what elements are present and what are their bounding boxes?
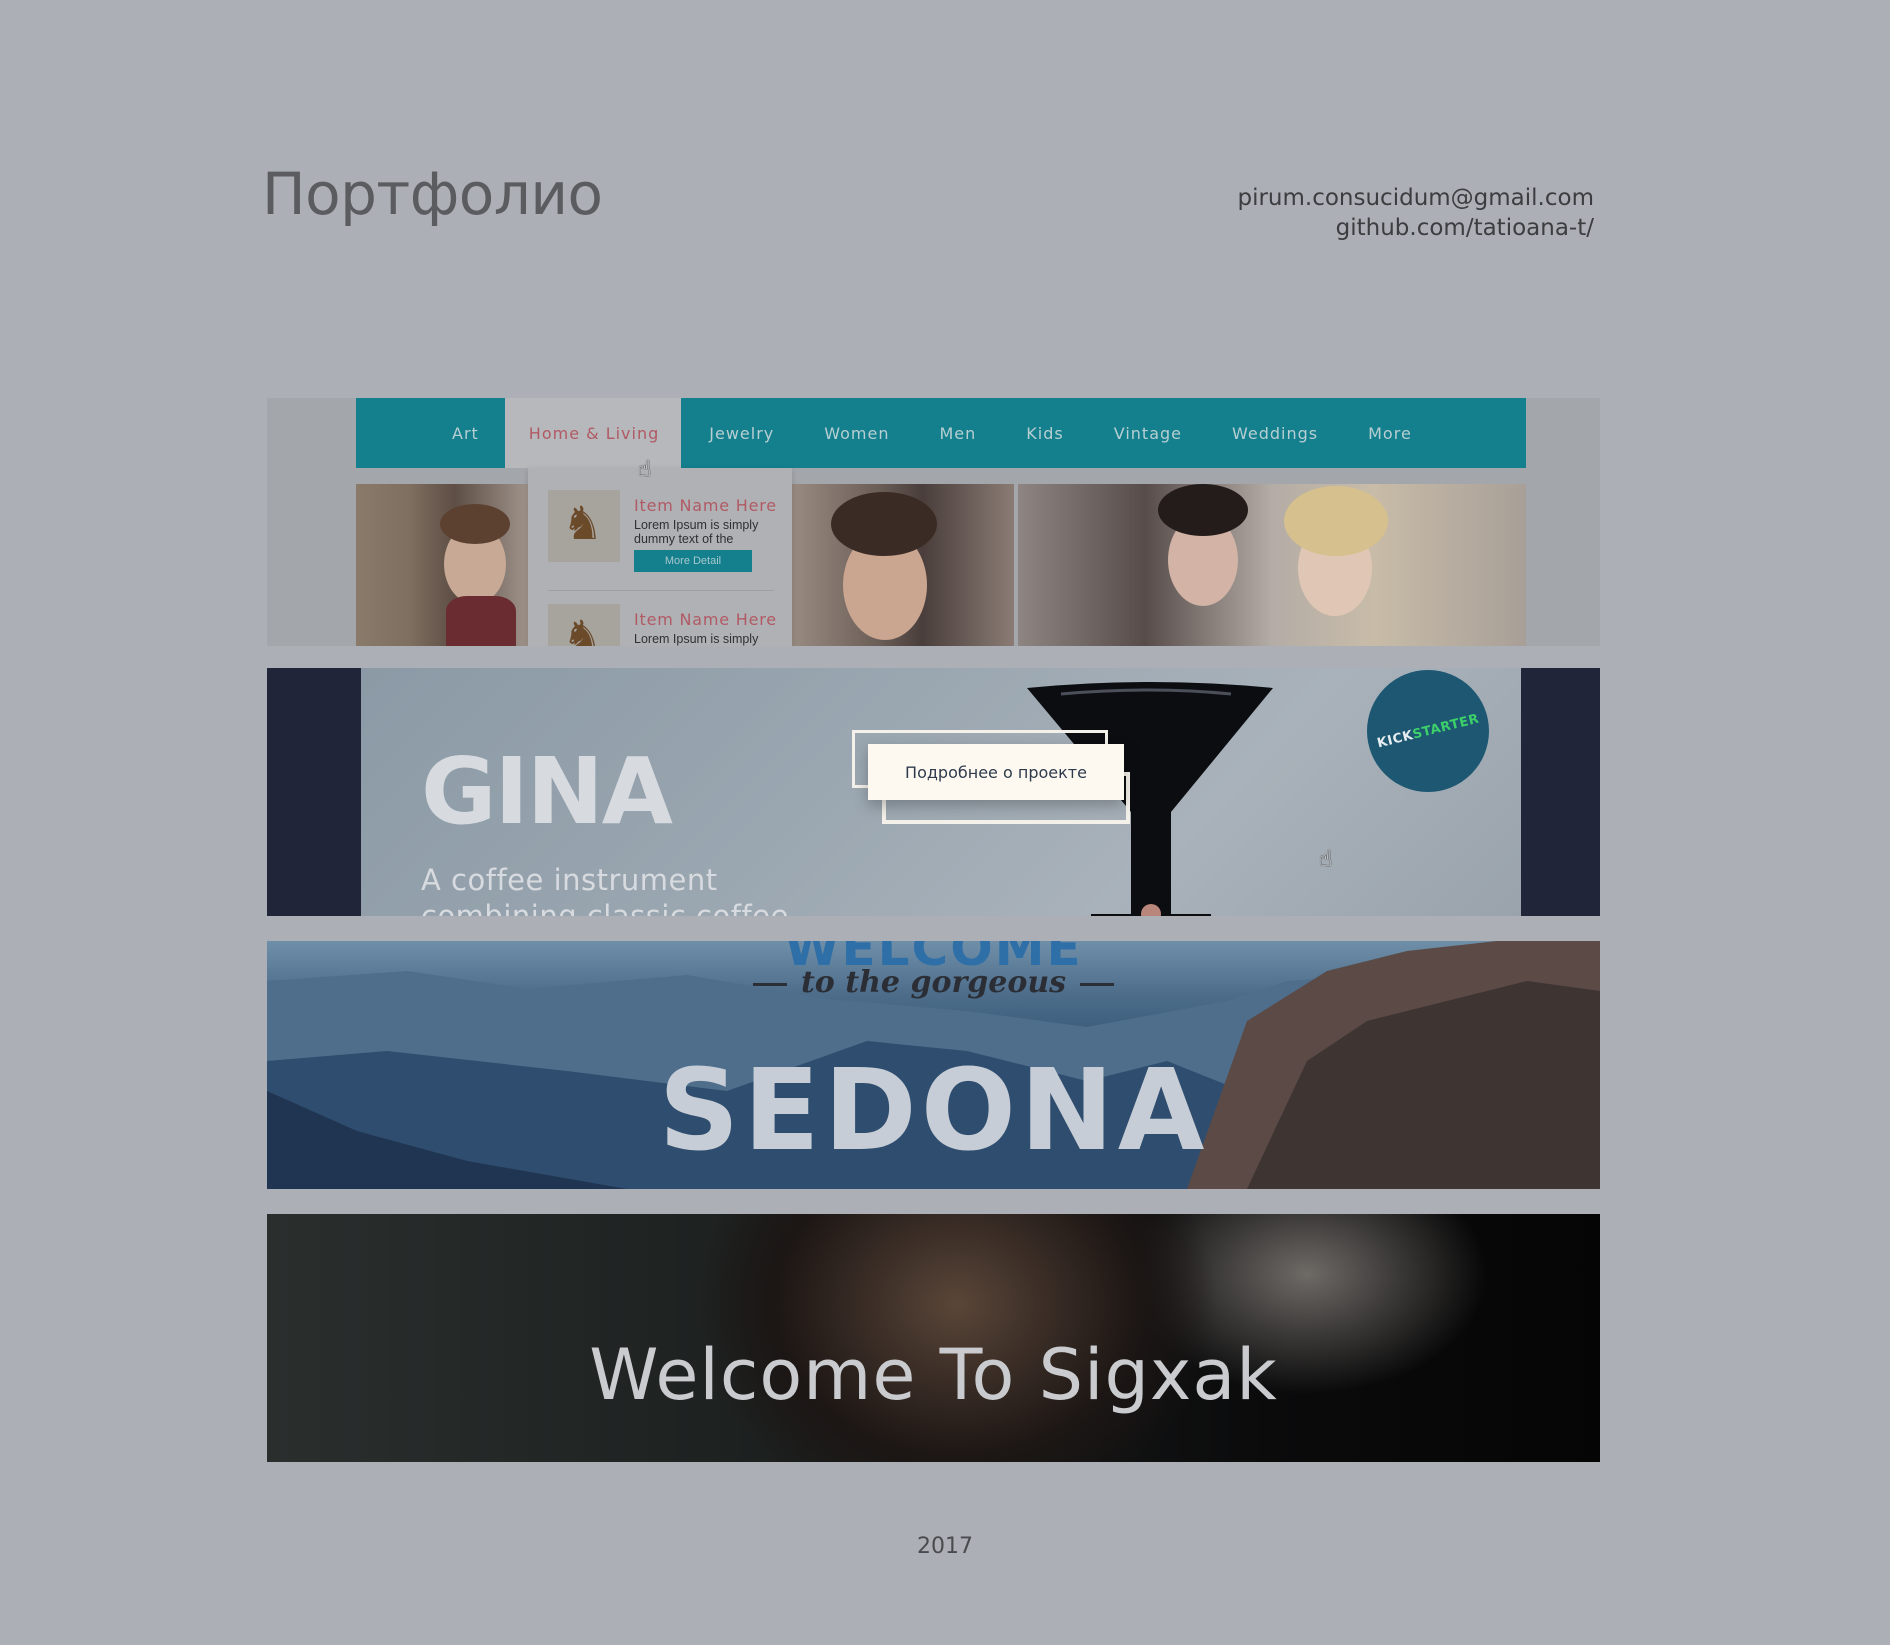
nav-item-men[interactable]: Men: [940, 398, 977, 468]
email-link[interactable]: pirum.consucidum@gmail.com: [1237, 183, 1594, 213]
portfolio-card-shop[interactable]: Art Home & Living Jewelry Women Men Kids…: [267, 398, 1600, 646]
item-name: Item Name Here: [634, 496, 777, 515]
gina-logo: GINA: [421, 738, 673, 845]
item-description: Lorem Ipsum is simply dummy text of the: [634, 518, 759, 546]
portfolio-card-gina[interactable]: GINA A coffee instrument combining class…: [267, 668, 1600, 916]
footer-year: 2017: [917, 1534, 973, 1559]
deer-icon: ♞: [562, 497, 604, 549]
github-link[interactable]: github.com/tatioana-t/: [1237, 213, 1594, 243]
contacts: pirum.consucidum@gmail.com github.com/ta…: [1237, 183, 1594, 243]
item-name: Item Name Here: [634, 610, 777, 629]
portfolio-card-sigxak[interactable]: Welcome To Sigxak: [267, 1214, 1600, 1462]
sedona-subtitle: to the gorgeous: [267, 965, 1600, 1000]
sigxak-headline: Welcome To Sigxak: [589, 1334, 1278, 1416]
project-details-button[interactable]: Подробнее о проекте: [868, 744, 1124, 800]
page-title: Портфолио: [262, 160, 603, 228]
product-thumbnail: ♞: [548, 490, 620, 562]
gina-preview: GINA A coffee instrument combining class…: [361, 668, 1521, 916]
photo-man-hair: [784, 484, 1014, 646]
item-description: Lorem Ipsum is simply: [634, 632, 759, 646]
photo-man-scarf: [356, 484, 536, 646]
nav-item-vintage[interactable]: Vintage: [1114, 398, 1182, 468]
nav-item-jewelry[interactable]: Jewelry: [709, 398, 774, 468]
kickstarter-label: KICKSTARTER: [1375, 711, 1481, 751]
nav-dropdown: ♞ Item Name Here Lorem Ipsum is simply d…: [528, 468, 792, 646]
nav-item-women[interactable]: Women: [824, 398, 889, 468]
kickstarter-badge: KICKSTARTER: [1373, 676, 1483, 786]
shop-navbar: Art Home & Living Jewelry Women Men Kids…: [356, 398, 1526, 468]
deer-icon: ♞: [562, 611, 604, 646]
more-detail-button[interactable]: More Detail: [634, 550, 752, 572]
nav-item-kids[interactable]: Kids: [1026, 398, 1063, 468]
sedona-title: SEDONA: [658, 1046, 1209, 1176]
photo-two-women: [1017, 484, 1526, 646]
nav-item-weddings[interactable]: Weddings: [1232, 398, 1318, 468]
hand-cursor-icon: ☝: [1319, 846, 1333, 871]
nav-item-art[interactable]: Art: [452, 398, 479, 468]
product-thumbnail: ♞: [548, 604, 620, 646]
dropdown-item[interactable]: ♞ Item Name Here Lorem Ipsum is simply d…: [548, 476, 778, 572]
shop-preview: Art Home & Living Jewelry Women Men Kids…: [356, 398, 1526, 646]
gina-tagline: A coffee instrument combining classic co…: [421, 863, 789, 916]
portfolio-card-sedona[interactable]: WELCOME to the gorgeous SEDONA: [267, 941, 1600, 1189]
nav-item-home-living[interactable]: Home & Living: [504, 398, 682, 468]
nav-item-more[interactable]: More: [1368, 398, 1412, 468]
dropdown-item[interactable]: ♞ Item Name Here Lorem Ipsum is simply: [548, 590, 778, 646]
hand-cursor-icon: ☝: [638, 456, 652, 481]
